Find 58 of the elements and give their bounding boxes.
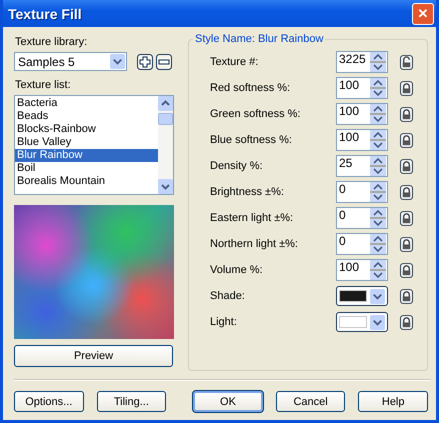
dialog-button[interactable]: OK (193, 391, 263, 412)
scroll-up-icon[interactable] (158, 96, 173, 111)
number-spinner[interactable]: 100 (336, 259, 388, 281)
number-spinner[interactable]: 100 (336, 103, 388, 125)
locked-padlock-icon[interactable] (400, 106, 413, 122)
setting-label: Brightness ±%: (210, 186, 285, 198)
dialog-button[interactable]: Cancel (276, 391, 346, 412)
texture-list-item[interactable]: Boil (15, 162, 158, 175)
close-button[interactable]: ✕ (412, 2, 434, 24)
number-spinner[interactable]: 0 (336, 207, 388, 229)
number-spinner[interactable]: 100 (336, 129, 388, 151)
setting-label: Eastern light ±%: (210, 212, 294, 224)
texture-list-label: Texture list: (15, 79, 72, 91)
unlocked-padlock-icon[interactable] (400, 54, 413, 70)
setting-label: Light: (210, 316, 238, 328)
remove-icon[interactable] (156, 54, 172, 70)
texture-list-item[interactable]: Bacteria (15, 97, 158, 110)
number-spinner[interactable]: 100 (336, 77, 388, 99)
library-dropdown[interactable]: Samples 5 (14, 52, 127, 71)
preview-button[interactable]: Preview (14, 345, 173, 367)
setting-label: Density %: (210, 160, 264, 172)
number-spinner[interactable]: 25 (336, 155, 388, 177)
setting-label: Green softness %: (210, 108, 302, 120)
add-icon[interactable] (137, 54, 153, 70)
color-dropdown[interactable] (336, 286, 388, 306)
locked-padlock-icon[interactable] (400, 184, 413, 200)
number-spinner[interactable]: 3225 (336, 51, 388, 73)
locked-padlock-icon[interactable] (400, 210, 413, 226)
setting-label: Texture #: (210, 56, 260, 68)
style-name-label: Style Name: Blur Rainbow (194, 33, 324, 45)
locked-padlock-icon[interactable] (400, 80, 413, 96)
locked-padlock-icon[interactable] (400, 236, 413, 252)
setting-label: Shade: (210, 290, 246, 302)
texture-list-item[interactable]: Blue Valley (15, 136, 158, 149)
locked-padlock-icon[interactable] (400, 314, 413, 330)
number-spinner[interactable]: 0 (336, 181, 388, 203)
locked-padlock-icon[interactable] (400, 158, 413, 174)
scroll-thumb[interactable] (158, 113, 173, 125)
dialog-button[interactable]: Help (358, 391, 428, 412)
locked-padlock-icon[interactable] (400, 132, 413, 148)
locked-padlock-icon[interactable] (400, 262, 413, 278)
setting-label: Blue softness %: (210, 134, 293, 146)
setting-label: Red softness %: (210, 82, 292, 94)
window-title: Texture Fill (8, 6, 82, 22)
scrollbar-track[interactable] (158, 96, 173, 194)
dialog-button[interactable]: Tiling... (96, 391, 166, 412)
locked-padlock-icon[interactable] (400, 288, 413, 304)
library-label: Texture library: (15, 36, 88, 48)
setting-label: Northern light ±%: (210, 238, 299, 250)
dialog-button[interactable]: Options... (14, 391, 84, 412)
texture-list-item[interactable]: Blocks-Rainbow (15, 123, 158, 136)
setting-label: Volume %: (210, 264, 264, 276)
texture-list-item[interactable]: Blur Rainbow (15, 149, 158, 162)
scroll-down-icon[interactable] (158, 179, 173, 194)
color-dropdown[interactable] (336, 312, 388, 332)
texture-list-item[interactable]: Beads (15, 110, 158, 123)
number-spinner[interactable]: 0 (336, 233, 388, 255)
texture-list-item[interactable]: Borealis Mountain (15, 175, 158, 188)
